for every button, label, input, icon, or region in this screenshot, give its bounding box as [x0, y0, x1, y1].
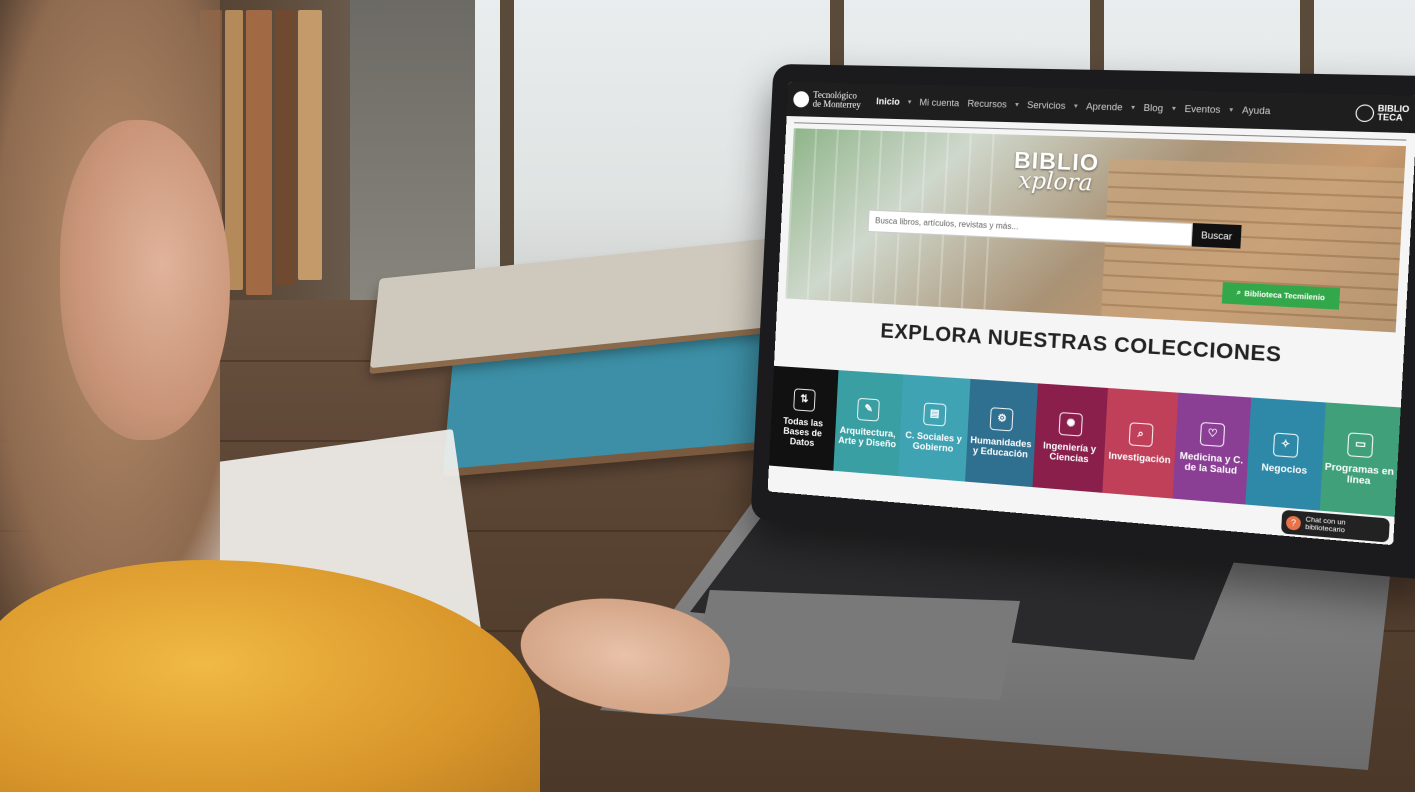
collection-tile[interactable]: ▤ C. Sociales y Gobierno: [898, 374, 971, 482]
magnifier-icon: ⌕: [1128, 422, 1154, 448]
tecmilenio-button-label: Biblioteca Tecmilenio: [1244, 290, 1326, 302]
brain-icon: ✺: [1058, 411, 1084, 437]
collection-tile-label: Medicina y C. de la Salud: [1179, 450, 1244, 476]
lightbulb-icon: ✧: [1272, 432, 1299, 458]
shelf-book: [246, 10, 272, 295]
tec-logo-text: Tecnológico de Monterrey: [812, 90, 868, 111]
biblioteca-logo-text: BIBLIO TECA: [1377, 103, 1410, 123]
drafting-icon: ✎: [857, 397, 881, 422]
nav-eventos[interactable]: Eventos: [1184, 103, 1220, 115]
collection-tile-label: Arquitectura, Arte y Diseño: [837, 424, 897, 450]
nav-ayuda[interactable]: Ayuda: [1242, 105, 1271, 116]
hero-title: BIBLIO xplora: [1012, 147, 1099, 197]
shelf-book: [298, 10, 322, 280]
tec-logo-icon: [792, 91, 810, 108]
collection-tile[interactable]: ⌕ Investigación: [1102, 387, 1179, 499]
nav-servicios[interactable]: Servicios: [1027, 100, 1066, 111]
collection-tile[interactable]: ✎ Arquitectura, Arte y Diseño: [832, 370, 904, 477]
collection-tile[interactable]: ✺ Ingeniería y Ciencias: [1032, 383, 1108, 493]
hero-title-line2: xplora: [1017, 168, 1094, 197]
nav-blog[interactable]: Blog: [1143, 102, 1163, 113]
collection-tile-label: C. Sociales y Gobierno: [905, 429, 963, 454]
collection-tile[interactable]: ♡ Medicina y C. de la Salud: [1172, 392, 1252, 505]
logo-line2: de Monterrey: [812, 98, 862, 110]
chevron-down-icon: ▾: [1171, 105, 1176, 113]
nav-aprende[interactable]: Aprende: [1086, 101, 1123, 112]
chevron-down-icon: ▾: [1228, 106, 1234, 115]
document-icon: ▤: [922, 402, 947, 427]
laptop-book-icon: ▭: [1347, 432, 1374, 459]
collection-tile-label: Humanidades y Educación: [970, 434, 1032, 460]
search-icon: ⌕: [1236, 289, 1242, 297]
collection-tile[interactable]: ⚙ Humanidades y Educación: [964, 378, 1039, 488]
biblioteca-logo[interactable]: BIBLIO TECA: [1355, 104, 1411, 123]
collection-tile-label: Ingeniería y Ciencias: [1042, 440, 1097, 465]
chevron-down-icon: ▾: [1130, 104, 1136, 112]
chevron-down-icon: ▾: [1014, 101, 1019, 109]
head-gear-icon: ⚙: [990, 407, 1015, 432]
search-button[interactable]: Buscar: [1191, 223, 1242, 249]
chevron-down-icon: ▾: [1073, 102, 1078, 111]
hero-banner: BIBLIO xplora Busca libros, artículos, r…: [785, 128, 1406, 333]
chat-label: Chat con un bibliotecario: [1304, 515, 1346, 535]
collection-tile[interactable]: ⇅ Todas las Bases de Datos: [768, 365, 839, 471]
collection-tile-label: Todas las Bases de Datos: [782, 415, 824, 449]
collection-tile-label: Investigación: [1108, 450, 1171, 466]
collection-tile[interactable]: ▭ Programas en línea: [1319, 402, 1401, 517]
hero-stairs: [1101, 158, 1405, 333]
chevron-down-icon: ▾: [907, 98, 912, 107]
laptop-trackpad: [690, 590, 1020, 700]
laptop-screen: Tecnológico de Monterrey Inicio ▾ Mi cue…: [767, 81, 1415, 546]
heartbeat-icon: ♡: [1199, 421, 1226, 448]
nav-recursos[interactable]: Recursos: [967, 98, 1007, 109]
collection-tile-label: Negocios: [1261, 461, 1308, 476]
collection-tile-label: Programas en línea: [1324, 461, 1395, 487]
collection-tile[interactable]: ✧ Negocios: [1245, 397, 1326, 511]
smile-icon: [1355, 104, 1375, 123]
window-frame: [500, 0, 514, 300]
nav-inicio[interactable]: Inicio: [876, 96, 900, 107]
shelf-book: [225, 10, 243, 290]
nav-mi-cuenta[interactable]: Mi cuenta: [919, 97, 959, 108]
question-icon: ?: [1285, 514, 1302, 531]
shelf-book: [275, 10, 295, 285]
tec-logo[interactable]: Tecnológico de Monterrey: [792, 90, 869, 111]
collection-tiles: ⇅ Todas las Bases de Datos ✎ Arquitectura, …: [768, 365, 1401, 517]
az-sort-icon: ⇅: [792, 388, 816, 412]
